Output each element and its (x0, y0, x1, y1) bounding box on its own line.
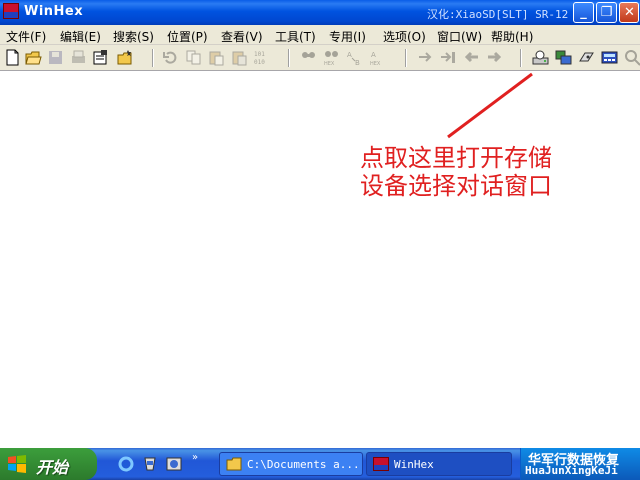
replace-text-icon[interactable]: AB (346, 49, 363, 66)
goto-offset-icon[interactable] (417, 49, 434, 66)
menu-tools[interactable]: 工具(T) (275, 28, 316, 45)
menu-window[interactable]: 窗口(W) (437, 28, 482, 45)
goto-sector-icon[interactable] (440, 49, 457, 66)
new-file-icon[interactable] (4, 49, 21, 66)
svg-text:e: e (122, 460, 128, 471)
menu-special[interactable]: 专用(I) (329, 28, 366, 45)
winhex-icon (373, 457, 389, 471)
svg-text:101: 101 (254, 51, 265, 58)
menu-help[interactable]: 帮助(H) (491, 28, 533, 45)
minimize-button[interactable]: _ (573, 2, 594, 23)
toolbar-separator (405, 49, 407, 67)
forward-icon[interactable] (486, 49, 503, 66)
task-explorer[interactable]: C:\Documents a... (219, 452, 363, 476)
windows-logo-icon (8, 455, 26, 473)
svg-text:010: 010 (254, 59, 265, 66)
properties-icon[interactable] (92, 49, 109, 66)
close-button[interactable]: ✕ (619, 2, 639, 23)
quick-launch-expand-icon[interactable]: » (192, 452, 198, 463)
minimize-icon: _ (580, 5, 587, 20)
restore-button[interactable]: ❐ (596, 2, 617, 23)
toolbar-separator (152, 49, 154, 67)
print-icon[interactable] (70, 49, 87, 66)
menu-search[interactable]: 搜索(S) (113, 28, 154, 45)
open-folder-icon[interactable] (25, 49, 42, 66)
find-hex-icon[interactable]: HEX (323, 49, 340, 66)
task-explorer-label: C:\Documents a... (247, 458, 360, 471)
task-winhex[interactable]: WinHex (366, 452, 512, 476)
menu-file[interactable]: 文件(F) (6, 28, 46, 45)
save-icon[interactable] (47, 49, 64, 66)
restore-icon: ❐ (600, 5, 613, 20)
undo-icon[interactable] (162, 49, 179, 66)
annotation-text: 点取这里打开存储 设备选择对话窗口 (360, 144, 552, 200)
media-player-icon[interactable] (142, 456, 158, 472)
open-disk-icon[interactable] (532, 49, 549, 66)
binary-icon[interactable]: 101010 (254, 49, 271, 66)
svg-text:B: B (355, 59, 360, 66)
ram-editor-icon[interactable] (555, 49, 572, 66)
toolbar-separator (288, 49, 290, 67)
taskbar: 开始 e » C:\Documents a... WinHex 华军行数据恢复 … (0, 448, 640, 480)
close-icon: ✕ (624, 5, 635, 20)
workspace (0, 72, 640, 446)
menu-edit[interactable]: 编辑(E) (60, 28, 101, 45)
tray-watermark-line2: HuaJunXingKeJi (525, 464, 618, 477)
winhex-icon[interactable] (3, 3, 19, 19)
magnifier-icon[interactable] (624, 49, 640, 66)
write-clipboard-icon[interactable] (231, 49, 248, 66)
paste-icon[interactable] (208, 49, 225, 66)
toolbar-separator (520, 49, 522, 67)
title-bar: WinHex 汉化:XiaoSD[SLT] SR-12 _ ❐ ✕ (0, 0, 640, 25)
svg-text:A: A (371, 51, 376, 59)
replace-hex-icon[interactable]: A HEX (369, 49, 386, 66)
system-tray: 华军行数据恢复 HuaJunXingKeJi (520, 448, 640, 480)
calculator-icon[interactable] (601, 49, 618, 66)
find-text-icon[interactable] (300, 49, 317, 66)
annotation-line-2: 设备选择对话窗口 (360, 172, 552, 200)
folder-icon (226, 457, 242, 471)
ie-icon[interactable]: e (118, 456, 134, 472)
annotation-line-1: 点取这里打开存储 (360, 144, 552, 172)
svg-text:A: A (347, 51, 352, 59)
disk-clone-icon[interactable] (578, 49, 595, 66)
open-folder-star-icon[interactable] (117, 49, 134, 66)
menu-options[interactable]: 选项(O) (383, 28, 426, 45)
menu-position[interactable]: 位置(P) (167, 28, 208, 45)
window-title: WinHex (24, 4, 84, 19)
copy-icon[interactable] (185, 49, 202, 66)
menu-bar: 文件(F) 编辑(E) 搜索(S) 位置(P) 查看(V) 工具(T) 专用(I… (0, 25, 640, 45)
window-title-right: 汉化:XiaoSD[SLT] SR-12 (427, 8, 569, 21)
task-winhex-label: WinHex (394, 458, 434, 471)
svg-text:HEX: HEX (324, 61, 335, 66)
menu-view[interactable]: 查看(V) (221, 28, 263, 45)
start-label: 开始 (36, 458, 69, 477)
back-icon[interactable] (463, 49, 480, 66)
toolbar: 101 010 HEX AB A HEX (0, 45, 640, 71)
outlook-icon[interactable] (166, 456, 182, 472)
svg-text:HEX: HEX (370, 61, 381, 66)
start-button[interactable]: 开始 (0, 448, 97, 480)
